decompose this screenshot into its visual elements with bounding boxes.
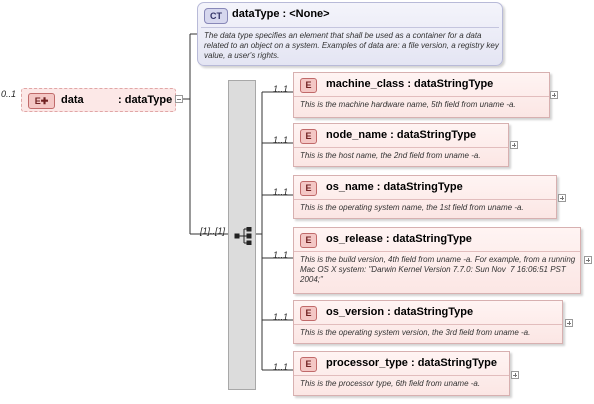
element-node-name[interactable]: E node_name : dataStringType This is the… xyxy=(293,123,509,167)
element-header: E os_release : dataStringType xyxy=(294,228,580,252)
complex-type-badge: CT xyxy=(204,8,228,24)
expand-icon[interactable] xyxy=(584,256,592,264)
sequence-icon xyxy=(234,227,252,245)
element-header: E os_name : dataStringType xyxy=(294,176,556,200)
element-title: node_name : dataStringType xyxy=(326,129,477,141)
element-badge-icon: E xyxy=(300,357,317,372)
element-description: This is the processor type, 6th field fr… xyxy=(300,379,481,388)
child-occurrence: 1..1 xyxy=(273,312,289,322)
expand-icon[interactable] xyxy=(558,194,566,202)
element-badge-icon: E✚ xyxy=(28,93,55,109)
element-header: E machine_class : dataStringType xyxy=(294,73,549,97)
element-description: This is the host name, the 2nd field fro… xyxy=(300,151,481,160)
element-badge-icon: E xyxy=(300,306,317,321)
element-description: This is the operating system name, the 1… xyxy=(300,203,524,212)
element-machine-class[interactable]: E machine_class : dataStringType This is… xyxy=(293,72,550,118)
element-os-name[interactable]: E os_name : dataStringType This is the o… xyxy=(293,175,557,219)
complex-type-title: dataType : <None> xyxy=(232,8,330,20)
element-title: os_version : dataStringType xyxy=(326,306,474,318)
expand-icon[interactable] xyxy=(511,371,519,379)
child-occurrence: 1..1 xyxy=(273,187,289,197)
root-element-data[interactable]: E✚ data : dataType xyxy=(21,88,176,112)
element-os-release[interactable]: E os_release : dataStringType This is th… xyxy=(293,227,581,294)
child-occurrence: 1..1 xyxy=(273,84,289,94)
element-title: os_name : dataStringType xyxy=(326,181,463,193)
child-occurrence: 1..1 xyxy=(273,250,289,260)
element-title: os_release : dataStringType xyxy=(326,233,472,245)
element-badge-icon: E xyxy=(300,181,317,196)
element-description: This is the build version, 4th field fro… xyxy=(300,255,578,284)
element-title: machine_class : dataStringType xyxy=(326,78,494,90)
sequence-occurrence: [1]..[1] xyxy=(200,226,226,236)
element-description: This is the operating system version, th… xyxy=(300,328,531,337)
element-os-version[interactable]: E os_version : dataStringType This is th… xyxy=(293,300,563,344)
element-header: E processor_type : dataStringType xyxy=(294,352,509,376)
element-badge-icon: E xyxy=(300,78,317,93)
complex-type-box: CT dataType : <None> The data type speci… xyxy=(197,2,503,66)
root-element-name: data xyxy=(61,94,84,106)
element-processor-type[interactable]: E processor_type : dataStringType This i… xyxy=(293,351,510,396)
expand-icon[interactable] xyxy=(550,91,558,99)
child-occurrence: 1..1 xyxy=(273,135,289,145)
element-description: This is the machine hardware name, 5th f… xyxy=(300,100,516,109)
root-element-type: : dataType xyxy=(118,94,173,106)
element-badge-icon: E xyxy=(300,233,317,248)
collapse-icon[interactable] xyxy=(175,95,183,103)
root-occurrence: 0..1 xyxy=(1,89,17,99)
plus-icon: ✚ xyxy=(40,96,49,106)
expand-icon[interactable] xyxy=(510,141,518,149)
child-occurrence: 1..1 xyxy=(273,362,289,372)
element-title: processor_type : dataStringType xyxy=(326,357,497,369)
expand-icon[interactable] xyxy=(565,319,573,327)
element-header: E os_version : dataStringType xyxy=(294,301,562,325)
element-badge-icon: E xyxy=(300,129,317,144)
element-header: E node_name : dataStringType xyxy=(294,124,508,148)
complex-type-description: The data type specifies an element that … xyxy=(204,31,499,60)
sequence-compositor[interactable] xyxy=(228,80,256,390)
complex-type-divider xyxy=(201,27,499,28)
